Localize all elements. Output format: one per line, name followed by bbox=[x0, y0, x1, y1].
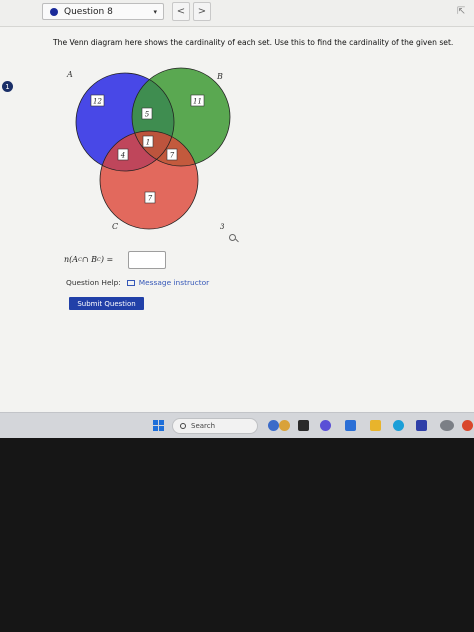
store-icon[interactable] bbox=[416, 420, 427, 431]
mail-icon bbox=[126, 279, 135, 286]
region-a-b-only-value: 5 bbox=[145, 111, 150, 119]
expand-icon[interactable]: ⇱ bbox=[457, 6, 465, 17]
outside-value: 3 bbox=[220, 223, 225, 231]
file-explorer-icon[interactable] bbox=[370, 420, 381, 431]
question-help: Question Help: Message instructor bbox=[66, 278, 209, 287]
region-b-c-only: 7 bbox=[166, 148, 178, 161]
set-label-a: A bbox=[66, 70, 73, 79]
monitor-bezel bbox=[0, 438, 474, 632]
taskbar-search[interactable]: Search bbox=[172, 418, 258, 434]
answer-input[interactable] bbox=[128, 251, 166, 269]
question-help-label: Question Help: bbox=[66, 278, 121, 287]
region-a-b-only: 5 bbox=[141, 107, 153, 120]
region-c-only: 7 bbox=[144, 191, 156, 204]
next-question-button[interactable]: > bbox=[193, 2, 211, 21]
app-icon[interactable] bbox=[345, 420, 356, 431]
set-expression: n(A C ∩ B C) = bbox=[64, 255, 114, 264]
chevron-down-icon: ▾ bbox=[153, 7, 157, 16]
app-icon-gray[interactable] bbox=[440, 420, 454, 431]
question-toolbar: Question 8 ▾ < > ⇱ bbox=[0, 0, 474, 27]
question-prompt: The Venn diagram here shows the cardinal… bbox=[53, 38, 454, 47]
question-status-dot bbox=[50, 7, 58, 16]
region-b-only: 11 bbox=[190, 94, 205, 107]
message-instructor-link[interactable]: Message instructor bbox=[139, 278, 209, 287]
region-b-only-value: 11 bbox=[193, 98, 202, 106]
region-a-c-only: 4 bbox=[117, 148, 129, 161]
edge-browser-icon[interactable] bbox=[393, 420, 404, 431]
region-a-only-value: 12 bbox=[93, 98, 102, 106]
chat-icon[interactable] bbox=[320, 420, 331, 431]
app-icon-red[interactable] bbox=[462, 420, 473, 431]
widgets-icon[interactable] bbox=[268, 420, 279, 431]
weather-icon[interactable] bbox=[279, 420, 290, 431]
windows-start-icon[interactable] bbox=[153, 420, 165, 432]
region-a-b-c: 1 bbox=[142, 135, 154, 148]
set-label-c: C bbox=[112, 222, 118, 231]
region-a-b-c-value: 1 bbox=[146, 139, 150, 147]
taskbar: Search bbox=[0, 412, 474, 439]
search-icon bbox=[180, 423, 186, 429]
set-label-b: B bbox=[216, 72, 223, 81]
venn-diagram: A B C 12 5 11 1 4 7 7 3 bbox=[66, 67, 231, 231]
region-a-only: 12 bbox=[90, 94, 105, 107]
submit-question-button[interactable]: Submit Question bbox=[69, 297, 144, 310]
region-b-c-only-value: 7 bbox=[170, 152, 175, 160]
previous-question-button[interactable]: < bbox=[172, 2, 190, 21]
question-select[interactable]: Question 8 ▾ bbox=[42, 3, 164, 20]
task-view-icon[interactable] bbox=[298, 420, 309, 431]
browser-screen: Question 8 ▾ < > ⇱ 1 The Venn diagram he… bbox=[0, 0, 474, 439]
side-step-badge: 1 bbox=[2, 81, 13, 92]
region-c-only-value: 7 bbox=[148, 195, 153, 203]
question-label: Question 8 bbox=[64, 6, 113, 17]
region-a-c-only-value: 4 bbox=[120, 152, 125, 160]
taskbar-search-label: Search bbox=[191, 422, 216, 430]
